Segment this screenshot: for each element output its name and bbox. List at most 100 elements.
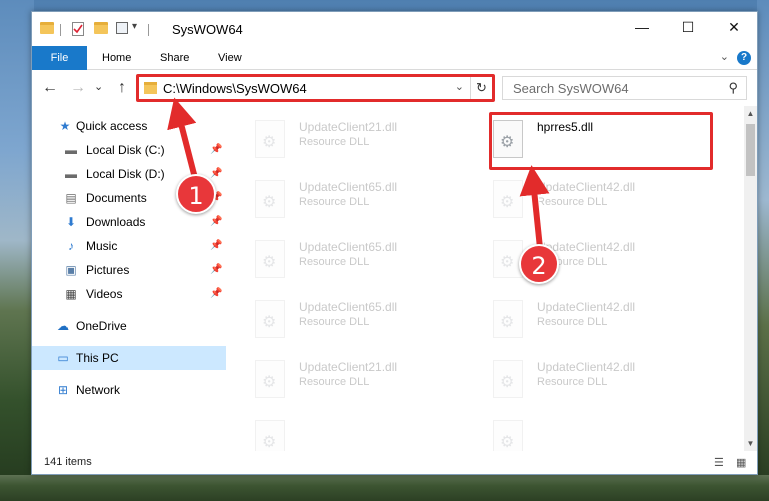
sidebar-item-label: Pictures	[86, 263, 130, 277]
new-folder-icon[interactable]	[94, 22, 108, 35]
back-arrow-icon[interactable]: ←	[42, 79, 58, 97]
maximize-button[interactable]: ☐	[665, 12, 711, 42]
star-icon: ★	[59, 119, 71, 133]
dll-file-icon: ⚙	[255, 300, 285, 338]
file-item[interactable]: ⚙ UpdateClient65.dll Resource DLL	[227, 292, 447, 344]
sidebar-item-label: Videos	[86, 287, 123, 301]
music-icon: ♪	[68, 239, 74, 253]
file-type: Resource DLL	[299, 196, 370, 208]
sidebar-item-label: Music	[86, 239, 118, 253]
pin-icon[interactable]: 📌	[210, 234, 222, 258]
dll-file-icon: ⚙	[493, 420, 523, 451]
window-title: SysWOW64	[172, 22, 243, 37]
tab-file[interactable]: File	[32, 46, 87, 70]
sidebar-item-onedrive[interactable]: ☁ OneDrive	[32, 314, 226, 338]
download-icon: ⬇	[65, 215, 77, 229]
file-list: ⚙ UpdateClient21.dll Resource DLL ⚙ hprr…	[227, 106, 744, 451]
dll-file-icon: ⚙	[255, 360, 285, 398]
minimize-button[interactable]: —	[619, 12, 665, 42]
file-type: Resource DLL	[299, 136, 370, 148]
pin-icon[interactable]: 📌	[210, 258, 222, 282]
navigation-bar: ← → ⌄ ↑ C:\Windows\SysWOW64 ⌄ ↻ Search S…	[32, 71, 757, 105]
tab-share[interactable]: Share	[148, 46, 201, 70]
file-item[interactable]: ⚙ UpdateClient42.dll Resource DLL	[465, 352, 685, 404]
step-1-badge: 1	[176, 174, 216, 214]
sidebar-item-this-pc[interactable]: ▭ This PC	[32, 346, 226, 370]
desktop-background-right	[757, 0, 769, 501]
sidebar-item-videos[interactable]: ▦ Videos 📌	[32, 282, 226, 306]
file-type: Resource DLL	[299, 256, 370, 268]
file-item[interactable]: ⚙ UpdateClient65.dll Resource DLL	[227, 172, 447, 224]
properties-icon[interactable]	[72, 22, 84, 36]
file-item[interactable]: ⚙ UpdateClient42.dll Resource DLL	[465, 232, 685, 284]
dll-file-icon: ⚙	[255, 120, 285, 158]
sidebar-item-pictures[interactable]: ▣ Pictures 📌	[32, 258, 226, 282]
tab-view[interactable]: View	[206, 46, 254, 70]
file-item[interactable]: ⚙ UpdateClient21.dll Resource DLL	[227, 112, 447, 164]
status-bar: 141 items ☰ ▦	[32, 451, 757, 474]
file-name: UpdateClient65.dll	[299, 240, 398, 254]
sidebar-item-music[interactable]: ♪ Music 📌	[32, 234, 226, 258]
desktop-background-left	[0, 0, 34, 501]
up-arrow-icon[interactable]: ↑	[118, 79, 126, 97]
cloud-icon: ☁	[57, 319, 69, 333]
file-type: Resource DLL	[299, 316, 370, 328]
title-bar: ▾ SysWOW64 — ☐ ✕	[32, 12, 757, 46]
file-highlight	[489, 112, 713, 170]
desktop-background-bottom	[0, 475, 769, 501]
sidebar-item-local-disk-c[interactable]: ▬ Local Disk (C:) 📌	[32, 138, 226, 162]
file-item[interactable]: ⚙ UpdateClient21.dll Resource DLL	[227, 352, 447, 404]
ribbon-expand-icon[interactable]: ⌄	[720, 50, 729, 63]
sidebar-item-label: This PC	[76, 351, 119, 365]
file-name: UpdateClient42.dll	[537, 360, 636, 374]
details-view-icon[interactable]: ☰	[714, 456, 728, 469]
sidebar-item-label: Network	[76, 383, 121, 397]
title-separator	[60, 24, 61, 36]
sidebar-item-quick-access[interactable]: ★ Quick access	[32, 114, 226, 138]
address-bar-highlight	[136, 74, 495, 102]
search-placeholder[interactable]: Search SysWOW64	[513, 81, 629, 96]
computer-icon: ▭	[57, 351, 69, 365]
file-type: Resource DLL	[537, 196, 608, 208]
dll-file-icon: ⚙	[493, 300, 523, 338]
file-name: UpdateClient42.dll	[537, 180, 636, 194]
file-name: UpdateClient42.dll	[537, 300, 636, 314]
scroll-thumb[interactable]	[746, 124, 755, 176]
network-icon: ⊞	[57, 383, 69, 397]
file-name: UpdateClient21.dll	[299, 360, 398, 374]
pin-icon[interactable]: 📌	[210, 138, 222, 162]
pictures-icon: ▣	[65, 263, 77, 277]
videos-icon: ▦	[65, 287, 77, 301]
file-item[interactable]: ⚙ UpdateClient42.dll Resource DLL	[465, 292, 685, 344]
large-icons-view-icon[interactable]: ▦	[736, 456, 750, 469]
file-item[interactable]: ⚙	[465, 412, 685, 451]
file-item[interactable]: ⚙ UpdateClient65.dll Resource DLL	[227, 232, 447, 284]
search-input[interactable]: Search SysWOW64 ⚲	[502, 76, 747, 100]
pin-icon[interactable]: 📌	[210, 210, 222, 234]
sidebar-item-label: Downloads	[86, 215, 146, 229]
file-type: Resource DLL	[537, 316, 608, 328]
recent-locations-icon[interactable]: ⌄	[94, 80, 103, 93]
documents-icon: ▤	[65, 191, 77, 205]
scroll-down-icon[interactable]: ▼	[744, 439, 757, 448]
sidebar-item-network[interactable]: ⊞ Network	[32, 378, 226, 402]
drive-icon: ▬	[65, 143, 77, 157]
pin-icon[interactable]: 📌	[210, 282, 222, 306]
sidebar-item-label: Quick access	[76, 119, 148, 133]
step-2-badge: 2	[519, 244, 559, 284]
scroll-up-icon[interactable]: ▲	[744, 109, 757, 118]
help-icon[interactable]: ?	[737, 51, 751, 65]
file-item[interactable]: ⚙	[227, 412, 447, 451]
file-type: Resource DLL	[299, 376, 370, 388]
file-item[interactable]: ⚙ UpdateClient42.dll Resource DLL	[465, 172, 685, 224]
close-button[interactable]: ✕	[711, 12, 757, 42]
vertical-scrollbar[interactable]: ▲ ▼	[744, 106, 757, 451]
sidebar-item-label: Local Disk (C:)	[86, 143, 165, 157]
search-icon[interactable]: ⚲	[728, 80, 738, 96]
folder-icon[interactable]	[40, 22, 54, 35]
dll-file-icon: ⚙	[493, 360, 523, 398]
forward-arrow-icon[interactable]: →	[70, 79, 86, 97]
view-options-icon[interactable]	[116, 22, 128, 34]
customize-toolbar-dropdown-icon[interactable]: ▾	[132, 21, 137, 32]
tab-home[interactable]: Home	[90, 46, 143, 70]
